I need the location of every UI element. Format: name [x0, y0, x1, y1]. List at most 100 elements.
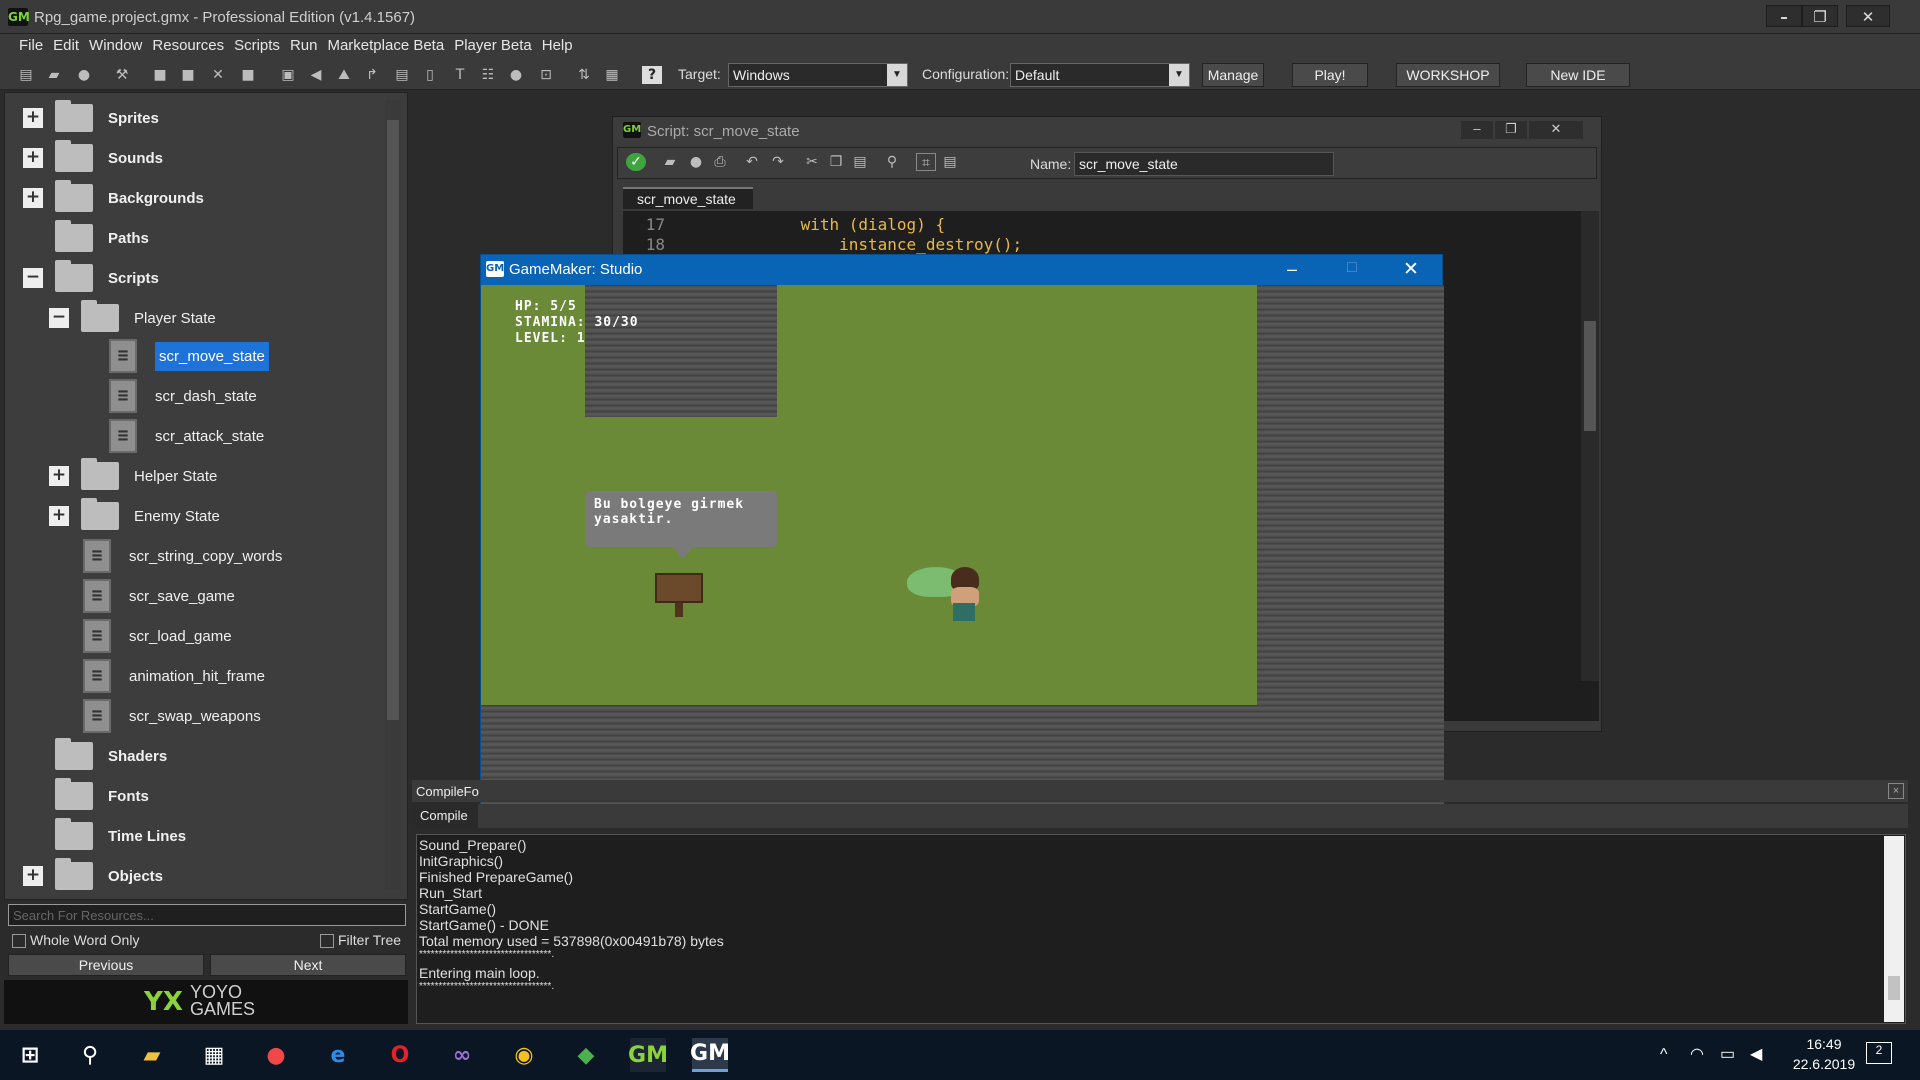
scrollbar-thumb[interactable]: [1584, 321, 1596, 431]
open-folder-icon[interactable]: ▰: [660, 153, 680, 171]
app-icon[interactable]: ●: [258, 1038, 294, 1072]
maximize-button[interactable]: ❐: [1495, 121, 1527, 139]
script-name-input[interactable]: scr_move_state: [1074, 152, 1334, 176]
workshop-button[interactable]: WORKSHOP: [1396, 63, 1500, 87]
menu-help[interactable]: Help: [537, 34, 578, 57]
opera-icon[interactable]: O: [382, 1038, 418, 1072]
menu-resources[interactable]: Resources: [147, 34, 229, 57]
global-settings-icon[interactable]: ▦: [602, 66, 622, 84]
new-project-icon[interactable]: ▤: [16, 66, 36, 84]
close-icon[interactable]: ×: [1888, 783, 1904, 799]
tree-item-sprites[interactable]: + Sprites: [23, 100, 159, 135]
manage-button[interactable]: Manage: [1202, 63, 1264, 87]
snippet-icon[interactable]: ▤: [940, 153, 960, 171]
maximize-button[interactable]: ❐: [1802, 5, 1838, 27]
tree-item-scr-move-state[interactable]: ≡ scr_move_state: [109, 339, 269, 373]
edge-icon[interactable]: e: [320, 1038, 356, 1072]
create-executable-icon[interactable]: ⚒: [112, 66, 132, 84]
menu-window[interactable]: Window: [84, 34, 147, 57]
git-icon[interactable]: ◆: [568, 1038, 604, 1072]
chevron-up-icon[interactable]: ^: [1660, 1046, 1668, 1064]
minimize-button[interactable]: –: [1461, 121, 1493, 139]
tab-compile-form[interactable]: CompileFo: [416, 784, 479, 799]
game-canvas[interactable]: HP: 5/5 STAMINA: 30/30 LEVEL: 1 Bu bolge…: [481, 285, 1444, 825]
copy-icon[interactable]: ❐: [826, 153, 846, 171]
tree-item-scripts[interactable]: − Scripts: [23, 260, 159, 295]
previous-button[interactable]: Previous: [8, 954, 204, 976]
volume-icon[interactable]: ◀: [1750, 1044, 1762, 1064]
tree-item-scr-save-game[interactable]: ≡ scr_save_game: [83, 579, 235, 613]
run-icon[interactable]: ■: [150, 66, 170, 84]
redo-icon[interactable]: ↷: [768, 153, 788, 171]
clock-time[interactable]: 16:49: [1794, 1036, 1854, 1052]
visual-studio-icon[interactable]: ∞: [444, 1038, 480, 1072]
collapse-icon[interactable]: −: [23, 268, 43, 288]
background-icon[interactable]: ⛰: [334, 66, 354, 84]
timeline-icon[interactable]: ☷: [478, 66, 498, 84]
search-icon[interactable]: ⚲: [882, 153, 902, 171]
search-icon[interactable]: ⚲: [72, 1038, 108, 1072]
cut-icon[interactable]: ✂: [802, 153, 822, 171]
goto-line-icon[interactable]: ⌗: [916, 153, 936, 171]
battery-icon[interactable]: ▭: [1720, 1044, 1735, 1064]
tree-item-scr-swap-weapons[interactable]: ≡ scr_swap_weapons: [83, 699, 261, 733]
scrollbar-thumb[interactable]: [1888, 976, 1900, 1000]
script-icon[interactable]: ▤: [392, 66, 412, 84]
close-button[interactable]: ✕: [1846, 5, 1890, 27]
tree-item-sounds[interactable]: + Sounds: [23, 140, 163, 175]
compile-output[interactable]: Sound_Prepare() InitGraphics() Finished …: [416, 834, 1906, 1024]
target-select[interactable]: Windows ▼: [728, 63, 908, 87]
debug-icon[interactable]: ■: [178, 66, 198, 84]
menu-file[interactable]: File: [14, 34, 48, 57]
tree-item-objects[interactable]: + Objects: [23, 858, 163, 893]
tree-item-scr-load-game[interactable]: ≡ scr_load_game: [83, 619, 232, 653]
file-explorer-icon[interactable]: ▰: [134, 1038, 170, 1072]
tree-item-animation-hit-frame[interactable]: ≡ animation_hit_frame: [83, 659, 265, 693]
save-icon[interactable]: ●: [74, 66, 94, 84]
undo-icon[interactable]: ↶: [742, 153, 762, 171]
tree-item-backgrounds[interactable]: + Backgrounds: [23, 180, 204, 215]
chrome-icon[interactable]: ◉: [506, 1038, 542, 1072]
menu-scripts[interactable]: Scripts: [229, 34, 285, 57]
close-button[interactable]: ✕: [1529, 121, 1583, 139]
print-icon[interactable]: ⎙: [710, 153, 730, 171]
expand-icon[interactable]: +: [49, 506, 69, 526]
object-icon[interactable]: ●: [506, 66, 526, 84]
maximize-button[interactable]: □: [1347, 259, 1357, 277]
sound-icon[interactable]: ◀: [306, 66, 326, 84]
tree-item-paths[interactable]: Paths: [55, 220, 149, 255]
collapse-icon[interactable]: −: [49, 308, 69, 328]
font-icon[interactable]: T: [450, 66, 470, 84]
paste-icon[interactable]: ▤: [850, 153, 870, 171]
menu-player-beta[interactable]: Player Beta: [449, 34, 537, 57]
tree-item-scr-attack-state[interactable]: ≡ scr_attack_state: [109, 419, 264, 453]
scrollbar-thumb[interactable]: [387, 120, 399, 720]
clock-date[interactable]: 22.6.2019: [1784, 1056, 1864, 1072]
gamemaker-runner-icon[interactable]: GM: [690, 1038, 730, 1072]
new-ide-button[interactable]: New IDE: [1526, 63, 1630, 87]
minimize-button[interactable]: –: [1766, 5, 1802, 27]
tab-compile[interactable]: Compile: [412, 804, 478, 828]
tree-item-fonts[interactable]: Fonts: [55, 778, 149, 813]
path-icon[interactable]: ↱: [362, 66, 382, 84]
help-icon[interactable]: ?: [642, 66, 662, 84]
room-icon[interactable]: ⊡: [536, 66, 556, 84]
expand-icon[interactable]: +: [23, 866, 43, 886]
expand-icon[interactable]: +: [23, 188, 43, 208]
menu-run[interactable]: Run: [285, 34, 323, 57]
menu-edit[interactable]: Edit: [48, 34, 84, 57]
tree-item-helper-state[interactable]: + Helper State: [49, 458, 217, 493]
tree-item-enemy-state[interactable]: + Enemy State: [49, 498, 220, 533]
expand-icon[interactable]: +: [23, 148, 43, 168]
menu-marketplace[interactable]: Marketplace Beta: [322, 34, 449, 57]
confirm-icon[interactable]: ✓: [626, 153, 646, 171]
resource-search-input[interactable]: Search For Resources...: [8, 904, 406, 926]
output-scrollbar[interactable]: [1884, 836, 1904, 1022]
save-icon[interactable]: ●: [686, 153, 706, 171]
tree-item-time-lines[interactable]: Time Lines: [55, 818, 186, 853]
expand-icon[interactable]: +: [23, 108, 43, 128]
expand-icon[interactable]: +: [49, 466, 69, 486]
filter-tree-checkbox[interactable]: [320, 934, 334, 948]
play-button[interactable]: Play!: [1292, 63, 1368, 87]
next-button[interactable]: Next: [210, 954, 406, 976]
